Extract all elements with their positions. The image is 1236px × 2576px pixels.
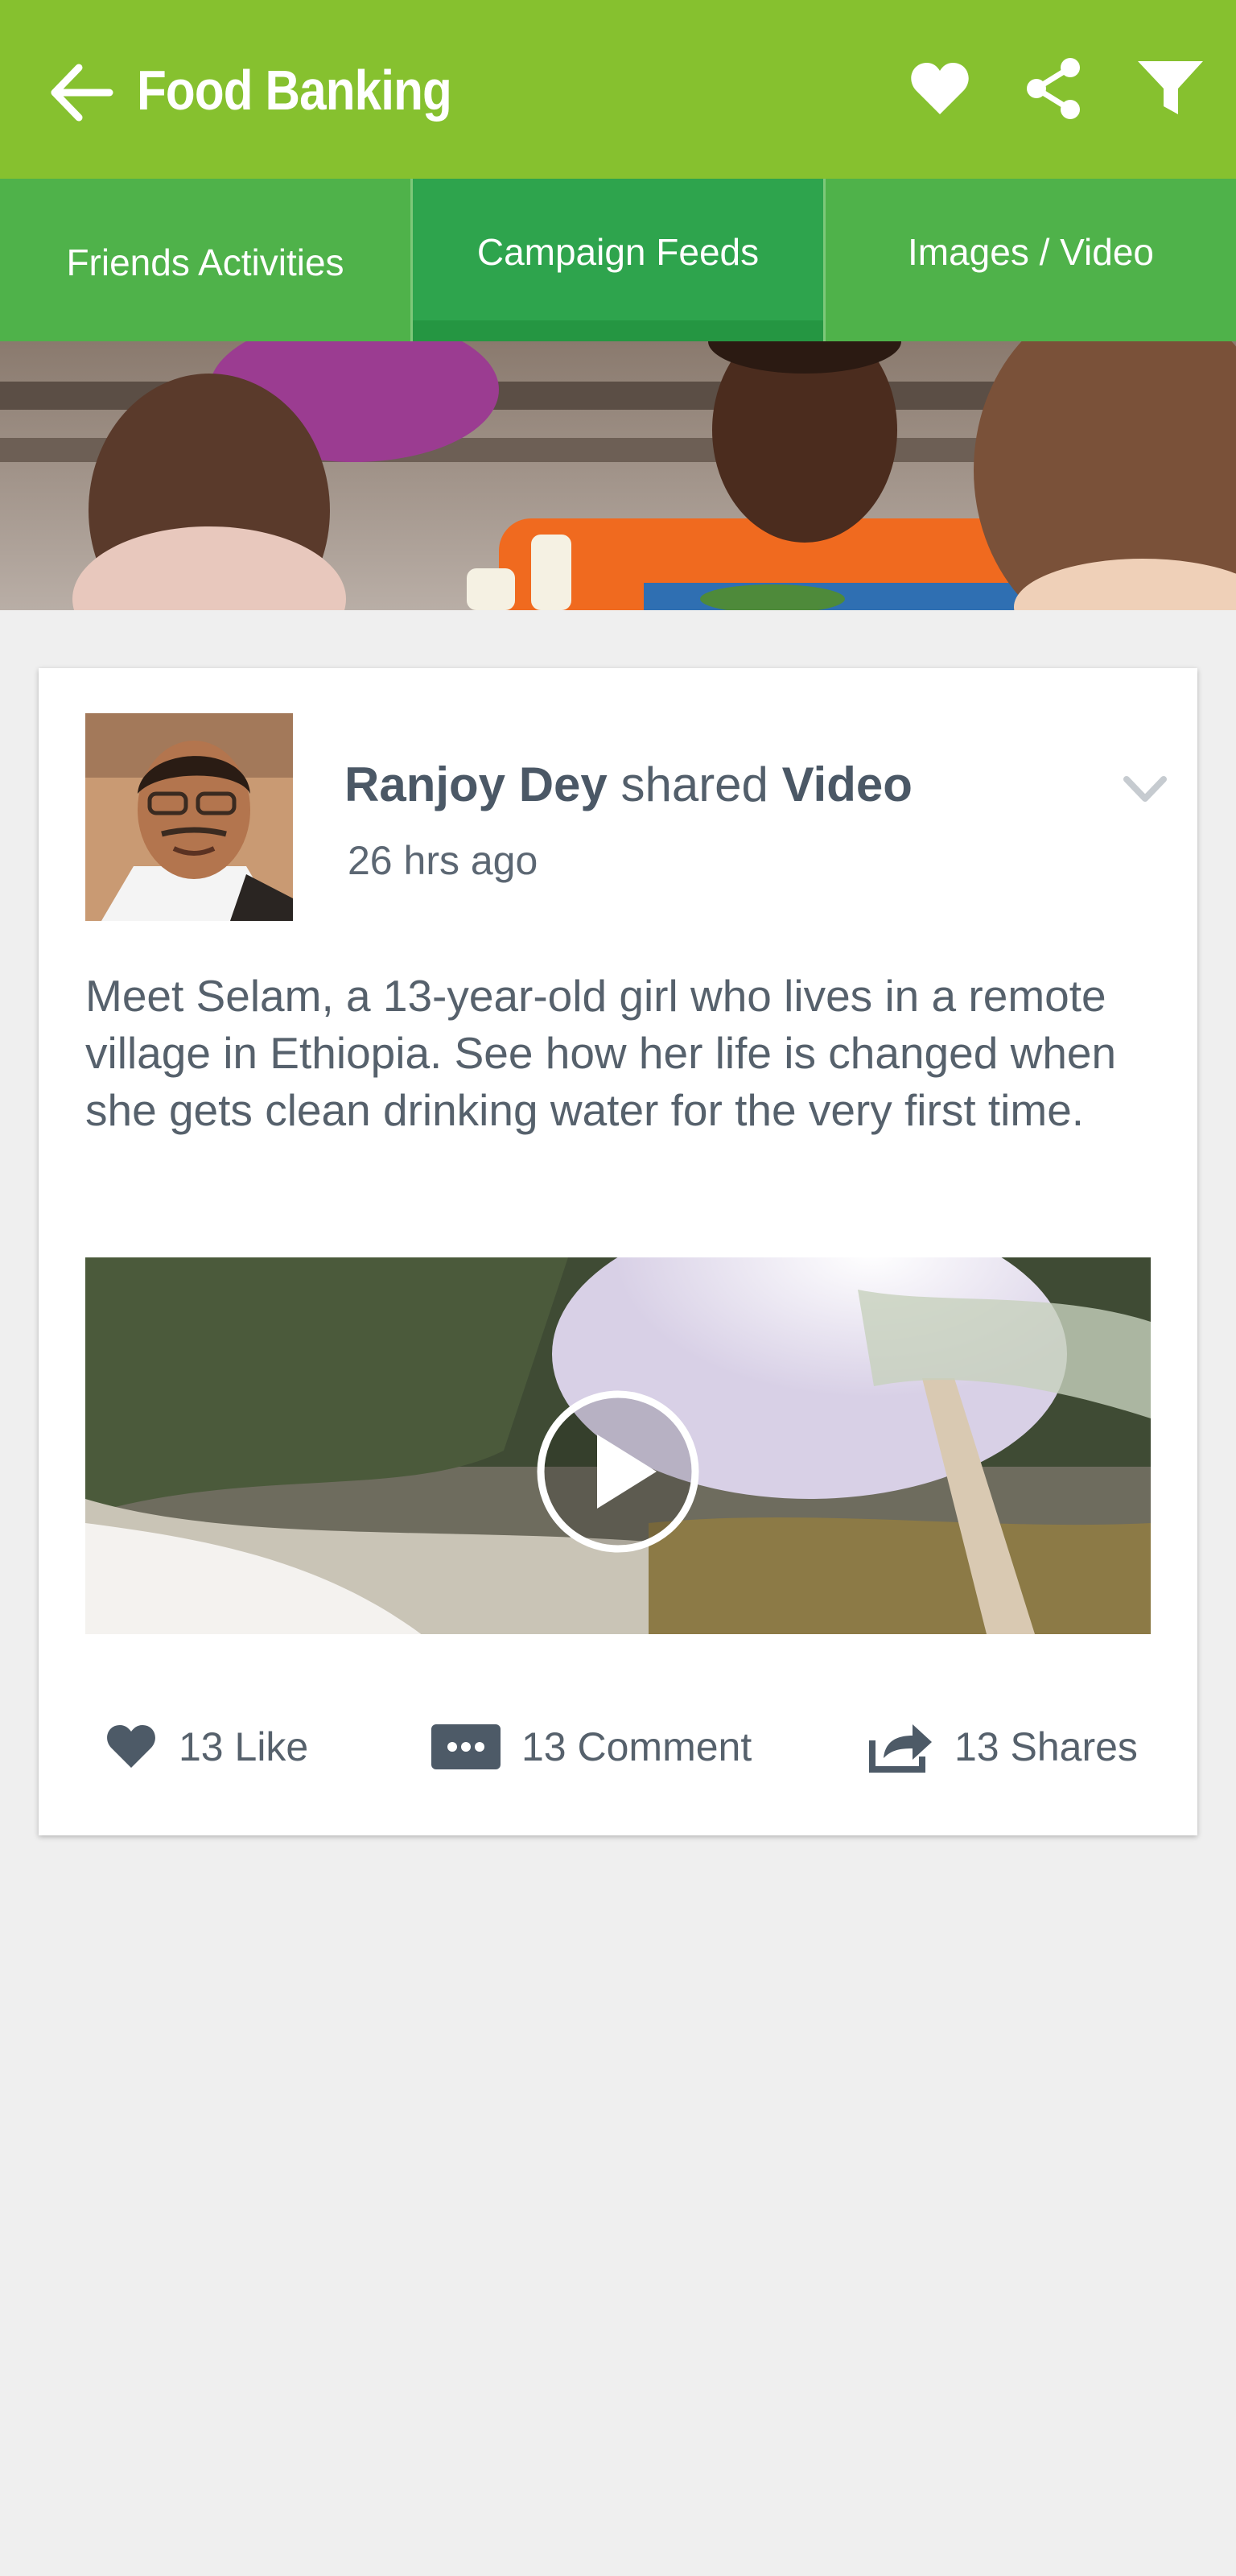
favorite-button[interactable]: [908, 56, 980, 129]
tab-campaign-feeds[interactable]: Campaign Feeds: [410, 179, 823, 341]
share-button[interactable]: [1022, 56, 1094, 129]
filter-icon: [1138, 61, 1203, 114]
post-options-button[interactable]: [1117, 765, 1173, 813]
avatar[interactable]: [85, 713, 293, 921]
post-verb: shared: [620, 758, 768, 811]
like-button[interactable]: 13 Like: [105, 1707, 308, 1787]
author-name[interactable]: Ranjoy Dey: [344, 758, 608, 811]
post-header: Ranjoy Dey shared Video: [344, 757, 913, 812]
campaign-banner-image: [0, 341, 1236, 610]
tab-label: Friends Activities: [66, 242, 344, 283]
heart-icon: [911, 63, 969, 114]
chevron-down-icon: [1123, 776, 1167, 802]
share-arrow-icon: [869, 1724, 932, 1773]
share-icon: [1027, 58, 1080, 119]
post-actions: 13 Like 13 Comment 13 Shares: [39, 1707, 1197, 1787]
comment-count: 13 Comment: [521, 1724, 752, 1769]
heart-icon: [107, 1725, 155, 1768]
tab-label: Images / Video: [907, 231, 1154, 273]
post-timestamp: 26 hrs ago: [348, 838, 538, 883]
like-count: 13 Like: [179, 1724, 309, 1769]
share-count-button[interactable]: 13 Shares: [869, 1707, 1138, 1787]
comment-icon: [431, 1724, 501, 1769]
comment-button[interactable]: 13 Comment: [431, 1707, 752, 1787]
post-object[interactable]: Video: [782, 758, 913, 811]
feed-card: Ranjoy Dey shared Video 26 hrs ago Meet …: [39, 668, 1197, 1835]
page-title: Food Banking: [137, 59, 452, 122]
app-bar: Food Banking: [0, 0, 1236, 179]
arrow-left-icon: [51, 64, 113, 122]
video-thumbnail[interactable]: [85, 1257, 1151, 1634]
tab-bar: Friends Activities Campaign Feeds Images…: [0, 179, 1236, 341]
tab-images-video[interactable]: Images / Video: [823, 179, 1236, 341]
filter-button[interactable]: [1136, 56, 1209, 129]
share-count: 13 Shares: [954, 1724, 1138, 1769]
tab-friends-activities[interactable]: Friends Activities: [0, 179, 410, 341]
post-text: Meet Selam, a 13-year-old girl who lives…: [85, 971, 1117, 1135]
tab-label: Campaign Feeds: [476, 231, 760, 273]
back-button[interactable]: [47, 56, 119, 129]
